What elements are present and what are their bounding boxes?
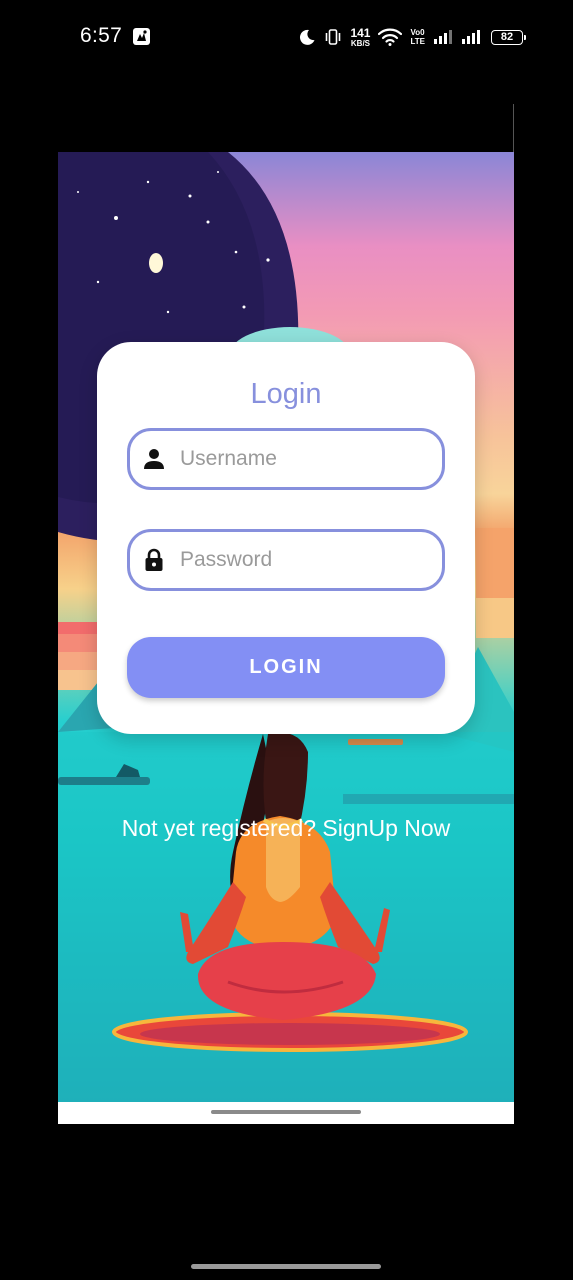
gesture-navigation-handle[interactable]: [191, 1264, 381, 1269]
status-time: 6:57: [80, 24, 123, 47]
signup-link[interactable]: Not yet registered? SignUp Now: [58, 815, 514, 842]
network-speed-value: 141: [350, 25, 371, 40]
lock-icon: [145, 548, 163, 571]
network-speed: 141 KB/S: [350, 27, 370, 48]
login-card: Login LOGIN: [97, 342, 475, 734]
signal-bars-icon: [434, 30, 452, 44]
wifi-icon: [378, 28, 403, 46]
signal-bars-icon: [462, 30, 480, 44]
status-bar: 6:57 141 KB/S Vo0 LTE 82: [0, 0, 573, 76]
battery-icon: 82: [491, 29, 526, 45]
do-not-disturb-moon-icon: [300, 29, 315, 45]
phone-screen: 6:57 141 KB/S Vo0 LTE 82 Login Username …: [0, 0, 573, 1280]
username-input[interactable]: [180, 447, 420, 471]
login-button[interactable]: LOGIN: [127, 637, 445, 698]
app-window: Login LOGIN Not yet registered? SignUp N…: [58, 152, 514, 1124]
vibrate-icon: [326, 29, 341, 45]
app-notification-icon: [133, 28, 150, 45]
volte-line-2: LTE: [410, 37, 425, 46]
password-input[interactable]: [180, 548, 420, 572]
status-icons: 141 KB/S Vo0 LTE 82: [298, 22, 526, 52]
divider: [513, 104, 514, 152]
username-field[interactable]: [127, 428, 445, 490]
network-speed-unit: KB/S: [350, 38, 371, 48]
volte-line-1: Vo0: [410, 28, 425, 37]
login-title: Login: [250, 378, 322, 410]
password-field[interactable]: [127, 529, 445, 591]
app-home-indicator: [211, 1110, 361, 1114]
battery-level: 82: [500, 31, 514, 43]
person-icon: [144, 449, 164, 469]
volte-indicator: Vo0 LTE: [410, 28, 425, 46]
